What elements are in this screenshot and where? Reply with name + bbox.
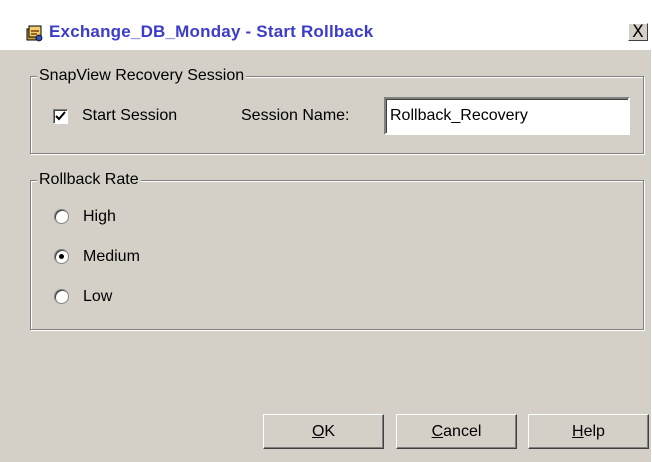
- window-title: Exchange_DB_Monday - Start Rollback: [49, 22, 374, 41]
- start-session-checkbox[interactable]: [53, 109, 68, 124]
- ok-mnemonic: O: [311, 423, 325, 440]
- ok-button[interactable]: OK: [263, 414, 384, 449]
- rate-high-radio[interactable]: [54, 209, 69, 224]
- session-name-field[interactable]: Rollback_Recovery: [384, 97, 630, 135]
- help-button[interactable]: Help: [528, 414, 649, 449]
- title-bar: Exchange_DB_Monday - Start Rollback X: [0, 0, 652, 50]
- close-button[interactable]: X: [628, 23, 648, 41]
- app-icon: [26, 25, 43, 42]
- rate-high-label[interactable]: High: [83, 208, 116, 226]
- rate-medium-radio[interactable]: [54, 249, 69, 264]
- rate-low-radio[interactable]: [54, 289, 69, 304]
- ok-label-rest: K: [324, 423, 336, 440]
- help-mnemonic: H: [572, 423, 584, 440]
- cancel-mnemonic: C: [431, 423, 444, 440]
- checkmark-icon: [55, 111, 66, 121]
- start-rollback-dialog: Exchange_DB_Monday - Start Rollback X Sn…: [0, 0, 652, 462]
- recovery-session-legend: SnapView Recovery Session: [37, 67, 247, 85]
- close-icon: X: [632, 22, 644, 42]
- start-session-label[interactable]: Start Session: [82, 107, 177, 125]
- rate-medium-label[interactable]: Medium: [83, 248, 140, 266]
- radio-selected-dot: [59, 254, 64, 259]
- help-label-rest: elp: [583, 423, 605, 440]
- cancel-button[interactable]: Cancel: [396, 414, 517, 449]
- session-name-label: Session Name:: [241, 107, 350, 124]
- rate-low-label[interactable]: Low: [83, 288, 112, 306]
- cancel-label-rest: ancel: [443, 423, 482, 440]
- rollback-rate-legend: Rollback Rate: [37, 171, 141, 189]
